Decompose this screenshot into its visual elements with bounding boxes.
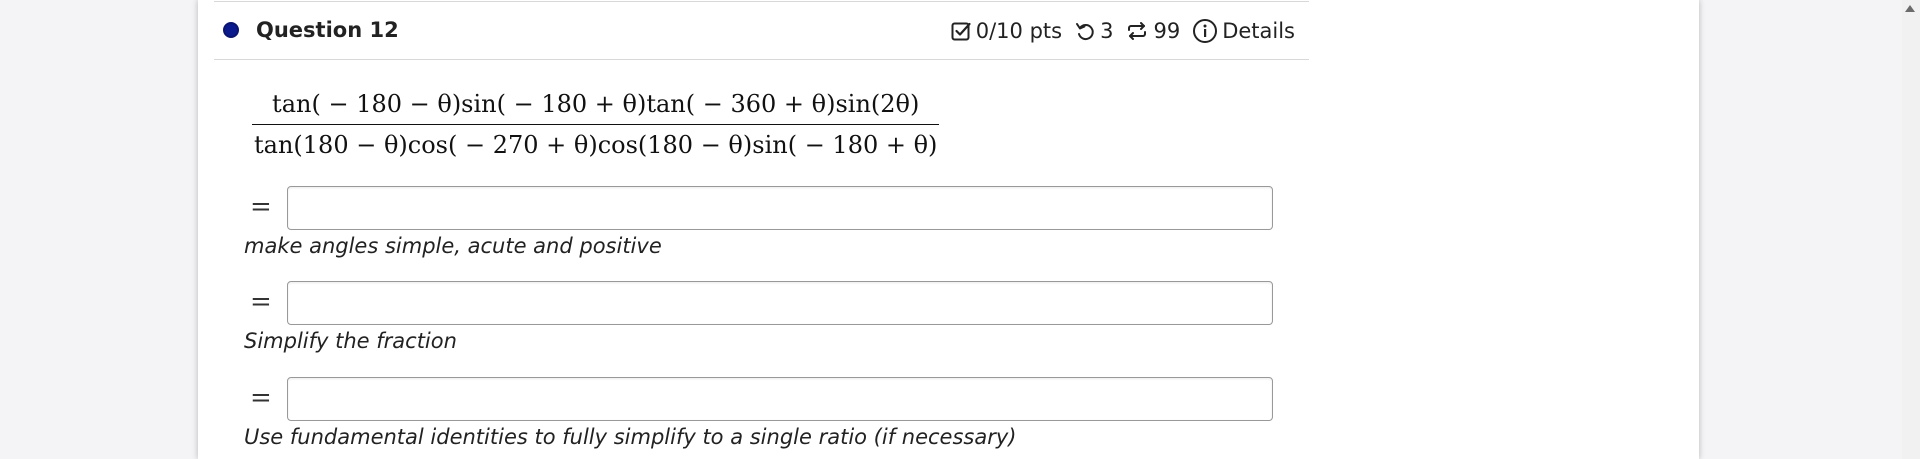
equals-sign: = (250, 287, 272, 317)
question-meta: 0/10 pts 3 99 Details (950, 18, 1295, 44)
status-dot-icon (223, 22, 239, 38)
details-button[interactable]: Details (1192, 18, 1295, 44)
answer-input-2[interactable] (287, 281, 1273, 325)
undo-icon (1074, 20, 1096, 42)
hint-text-1: make angles simple, acute and positive (244, 234, 662, 258)
question-title: Question 12 (256, 18, 399, 42)
answer-row-1: = (250, 186, 1280, 232)
page-scrollbar[interactable] (1902, 0, 1920, 459)
retries-indicator: 3 (1074, 19, 1113, 43)
retries-count: 3 (1100, 19, 1114, 43)
expression-numerator: tan( − 180 − θ)sin( − 180 + θ)tan( − 360… (272, 90, 920, 118)
hint-text-3: Use fundamental identities to fully simp… (244, 425, 1017, 449)
hint-text-2: Simplify the fraction (244, 329, 457, 353)
attempts-count: 99 (1153, 19, 1181, 43)
trig-expression: tan( − 180 − θ)sin( − 180 + θ)tan( − 360… (252, 90, 940, 159)
page: Question 12 0/10 pts 3 99 Details tan(−… (0, 0, 1920, 459)
attempts-indicator: 99 (1125, 19, 1180, 43)
score-indicator: 0/10 pts (950, 19, 1062, 43)
details-label: Details (1222, 19, 1295, 43)
checkbox-icon (950, 20, 972, 42)
answer-input-1[interactable] (287, 186, 1273, 230)
scroll-up-arrow-icon[interactable] (1905, 5, 1915, 12)
expression-denominator: tan(180 − θ)cos( − 270 + θ)cos(180 − θ)s… (254, 131, 938, 159)
equals-sign: = (250, 383, 272, 413)
equals-sign: = (250, 192, 272, 222)
repeat-icon (1125, 20, 1149, 42)
info-icon (1192, 18, 1218, 44)
question-header: Question 12 0/10 pts 3 99 Details (214, 2, 1309, 60)
answer-input-3[interactable] (287, 377, 1273, 421)
score-text: 0/10 pts (975, 19, 1063, 43)
answer-row-2: = (250, 281, 1280, 327)
answer-row-3: = (250, 377, 1280, 423)
